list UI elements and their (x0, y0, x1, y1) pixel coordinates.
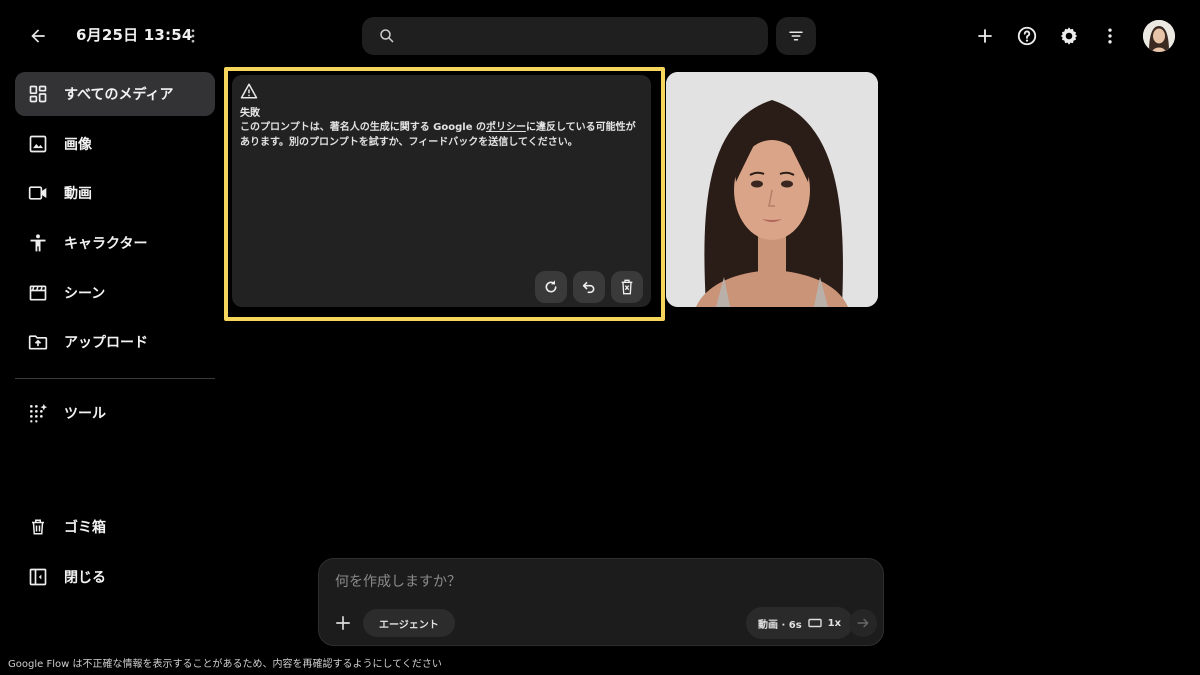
top-bar: 6月25日 13:54 (0, 0, 1200, 72)
sidebar-item-label: ゴミ箱 (64, 520, 106, 536)
gear-icon (1060, 27, 1078, 45)
delete-icon (621, 279, 633, 295)
folder-upload-icon (27, 331, 49, 353)
policy-link[interactable]: ポリシー (486, 122, 526, 133)
sparkle-grid-icon (27, 402, 49, 424)
generation-error-card[interactable]: 失敗 このプロンプトは、著名人の生成に関する Google のポリシーに違反して… (232, 75, 651, 307)
aspect-ratio-icon (807, 618, 822, 628)
sidebar-item-close[interactable]: 閉じる (15, 555, 215, 599)
sidebar-item-characters[interactable]: キャラクター (15, 221, 215, 265)
avatar[interactable] (1143, 20, 1175, 52)
generation-mode-label: 動画 · 6s (758, 619, 802, 631)
sidebar-item-label: 画像 (64, 137, 92, 153)
sidebar-item-label: 動画 (64, 186, 92, 202)
output-count-label: 1x (827, 617, 842, 629)
arrow-left-icon (31, 29, 45, 43)
collapse-panel-icon (27, 566, 49, 588)
add-button[interactable] (969, 20, 1001, 52)
clapperboard-icon (27, 282, 49, 304)
agent-button[interactable]: エージェント (363, 609, 455, 637)
help-icon (1017, 26, 1037, 46)
sidebar: すべてのメディア 画像 動画 キャラクター シーン アップロード ツール ゴミ箱… (0, 72, 230, 632)
sidebar-item-all-media[interactable]: すべてのメディア (15, 72, 215, 116)
video-icon (27, 182, 49, 204)
search-icon (380, 29, 394, 43)
more-options-button[interactable] (1094, 20, 1126, 52)
plus-icon (336, 616, 350, 630)
sidebar-item-images[interactable]: 画像 (15, 122, 215, 166)
person-icon (27, 232, 49, 254)
send-button[interactable] (849, 609, 877, 637)
refresh-icon (545, 280, 557, 293)
image-icon (27, 133, 49, 155)
add-asset-button[interactable] (329, 609, 357, 637)
user-avatar-icon (1143, 20, 1175, 52)
sidebar-item-label: キャラクター (64, 236, 148, 252)
filter-icon (789, 31, 803, 41)
more-vertical-icon (191, 29, 195, 43)
back-button[interactable] (22, 20, 54, 52)
error-message: このプロンプトは、著名人の生成に関する Google のポリシーに違反している可… (240, 120, 644, 150)
sidebar-item-scenes[interactable]: シーン (15, 271, 215, 315)
sidebar-item-label: すべてのメディア (64, 87, 174, 103)
generation-settings-button[interactable]: 動画 · 6s 1x (746, 607, 854, 639)
retry-button[interactable] (535, 271, 567, 303)
delete-button[interactable] (611, 271, 643, 303)
reuse-prompt-button[interactable] (573, 271, 605, 303)
error-message-text: このプロンプトは、著名人の生成に関する Google の (240, 122, 486, 133)
help-button[interactable] (1011, 20, 1043, 52)
arrow-right-icon (857, 618, 869, 628)
grid-icon (27, 83, 49, 105)
generated-image-thumbnail[interactable] (666, 72, 878, 307)
search-input[interactable] (406, 28, 746, 44)
trash-icon (27, 516, 49, 538)
page-title: 6月25日 13:54 (76, 26, 193, 44)
title-more-button[interactable] (182, 22, 204, 50)
warning-icon (240, 83, 258, 99)
sidebar-item-tools[interactable]: ツール (15, 391, 215, 435)
error-title: 失敗 (240, 108, 260, 119)
plus-icon (978, 29, 992, 43)
sidebar-item-label: アップロード (64, 335, 148, 351)
settings-button[interactable] (1053, 20, 1085, 52)
more-vertical-icon (1108, 28, 1112, 44)
undo-icon (582, 281, 595, 294)
filter-button[interactable] (776, 17, 816, 55)
disclaimer-text: Google Flow は不正確な情報を表示することがあるため、内容を再確認する… (8, 659, 442, 670)
prompt-input[interactable] (335, 571, 855, 593)
search-bar[interactable] (362, 17, 768, 55)
sidebar-divider (15, 378, 215, 379)
sidebar-item-videos[interactable]: 動画 (15, 171, 215, 215)
sidebar-item-label: 閉じる (64, 570, 106, 586)
sidebar-item-label: シーン (64, 286, 106, 302)
sidebar-item-upload[interactable]: アップロード (15, 320, 215, 364)
sidebar-item-label: ツール (64, 406, 106, 422)
sidebar-item-trash[interactable]: ゴミ箱 (15, 505, 215, 549)
portrait-image (666, 72, 878, 307)
prompt-composer: エージェント 動画 · 6s 1x (318, 558, 884, 646)
